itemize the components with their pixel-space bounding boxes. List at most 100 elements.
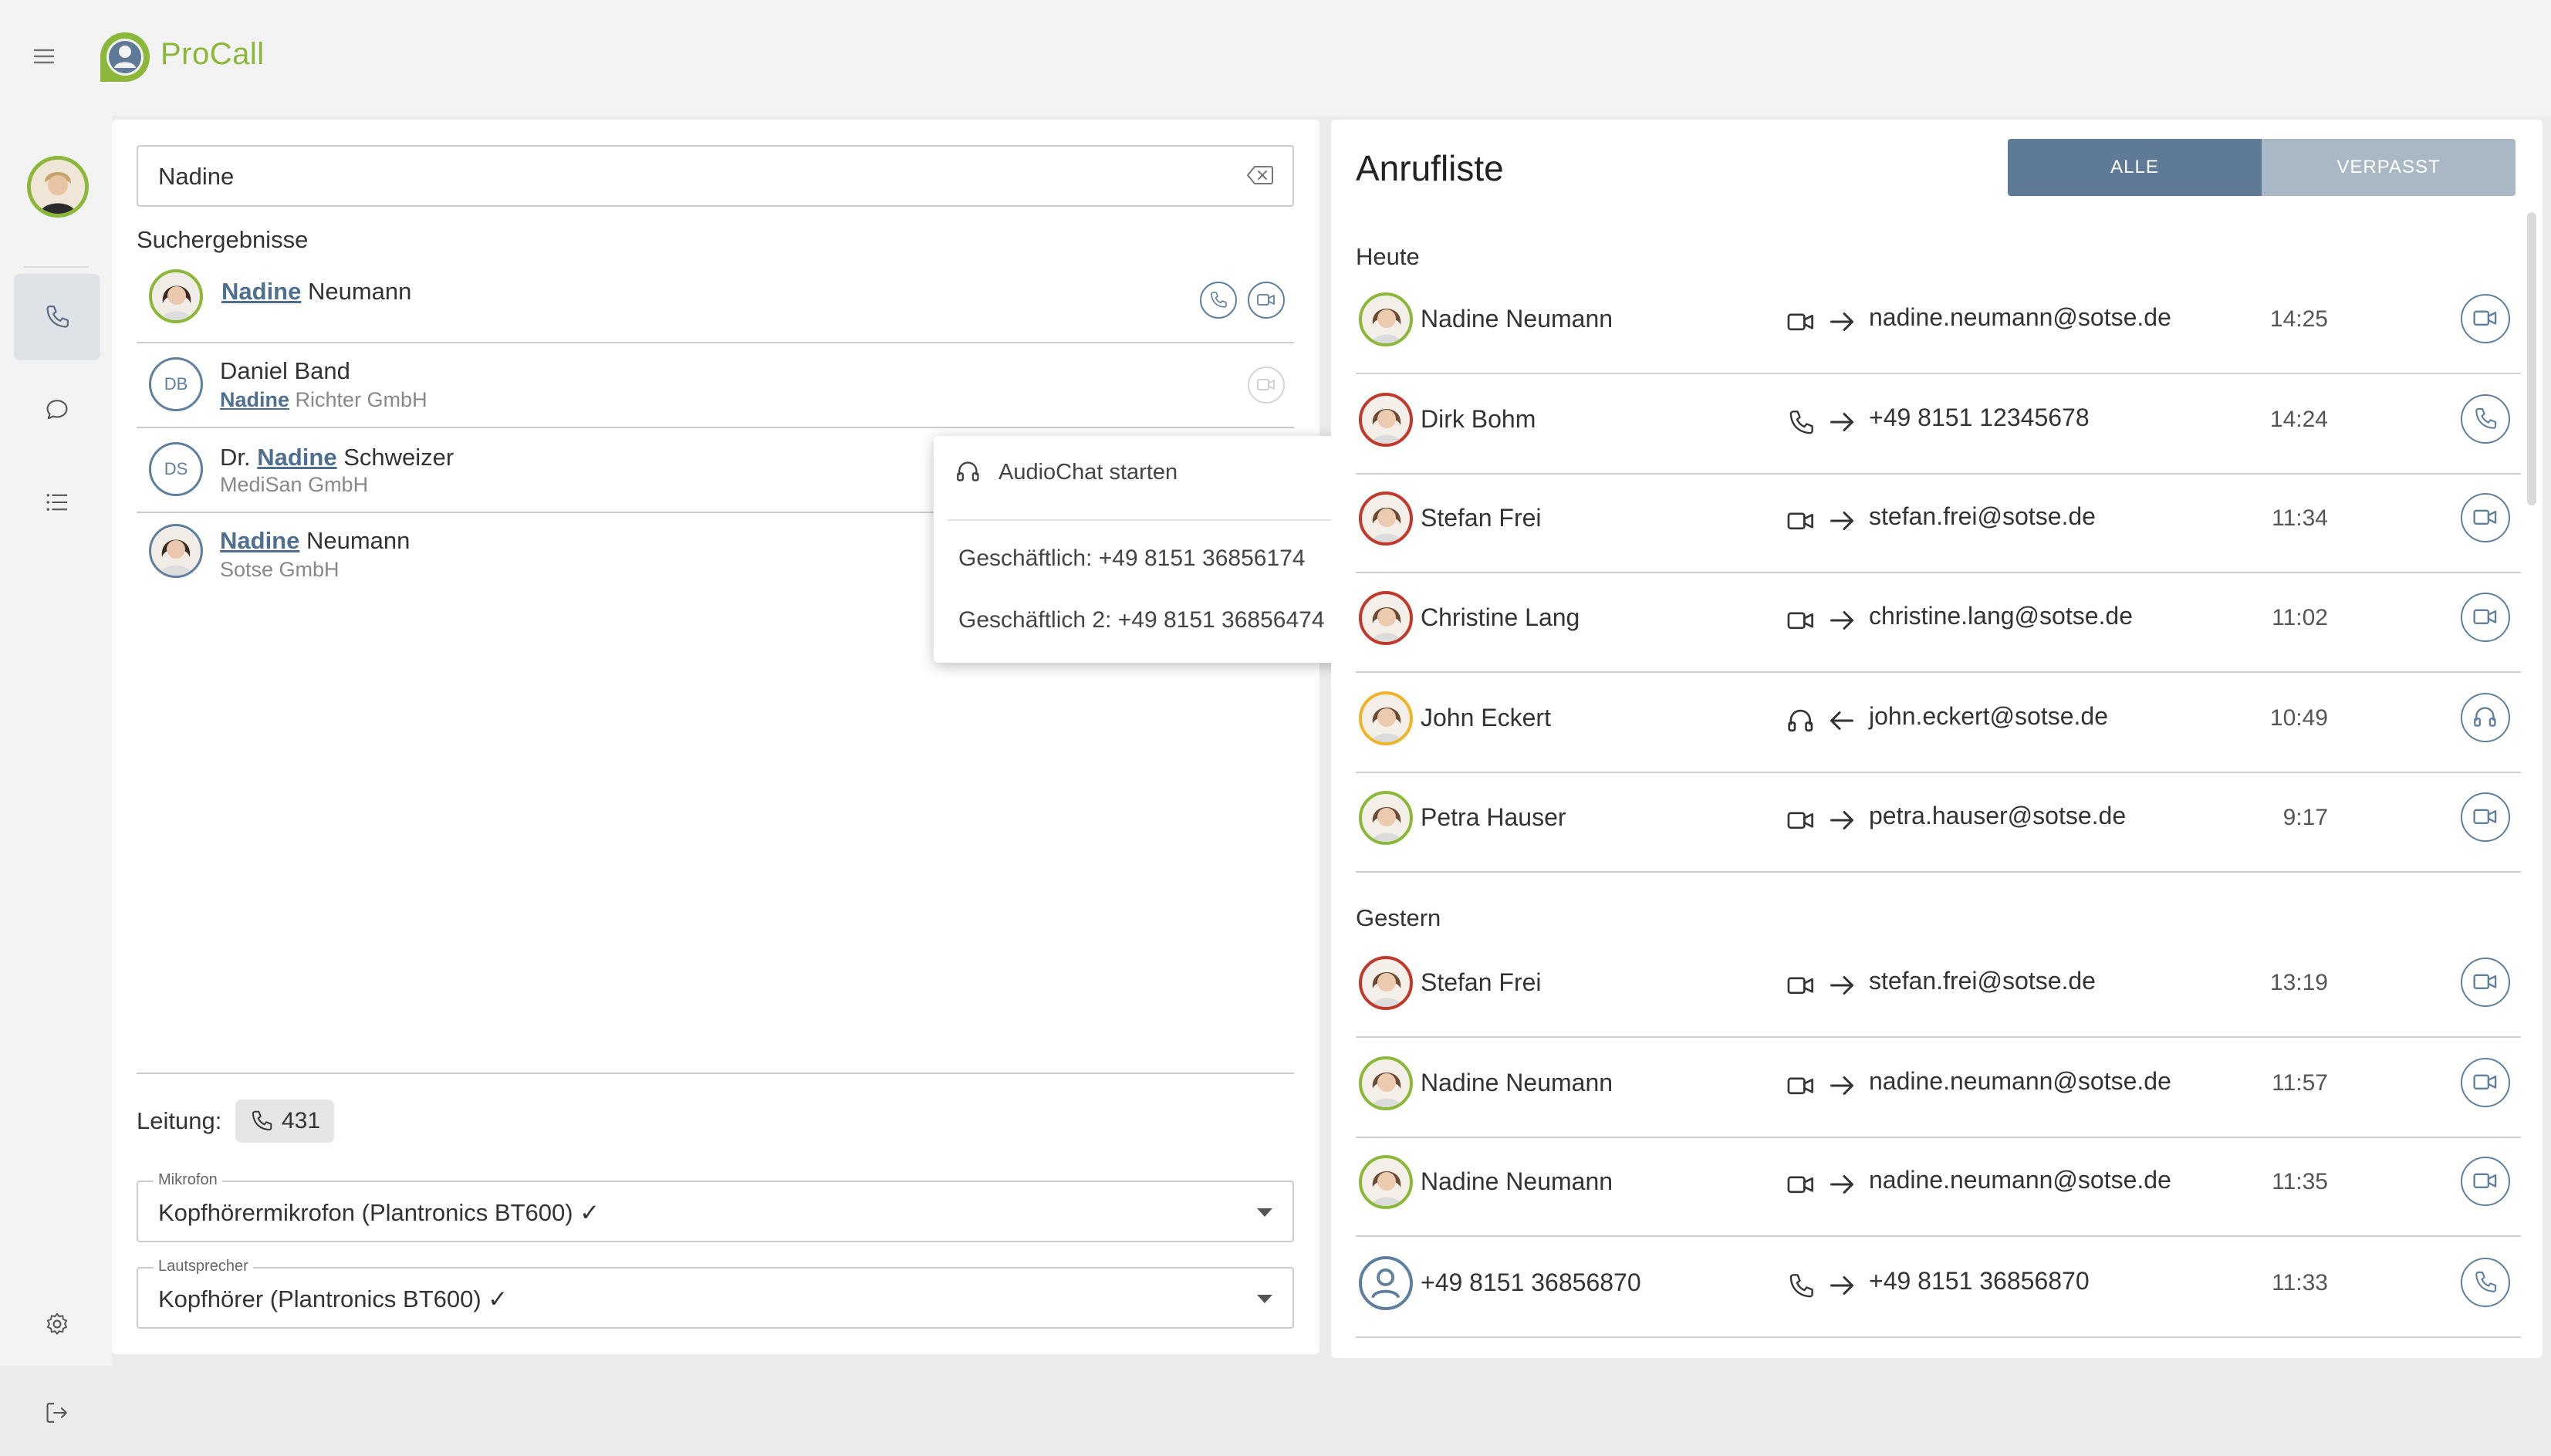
caller-avatar (1359, 956, 1413, 1010)
call-row[interactable]: John Eckert john.eckert@sotse.de 10:49 (1356, 673, 2521, 773)
line-badge[interactable]: 431 (235, 1100, 335, 1143)
call-time: 11:02 (2272, 605, 2328, 630)
video-icon (1257, 294, 1275, 306)
call-row[interactable]: Christine Lang christine.lang@sotse.de 11:… (1356, 573, 2521, 673)
nav-phone-button[interactable] (14, 274, 100, 360)
call-row[interactable]: Nadine Neumann nadine.neumann@sotse.de 14:… (1356, 274, 2521, 374)
gear-icon (46, 1312, 68, 1335)
search-input[interactable] (157, 147, 1225, 207)
caller-name: +49 8151 36856870 (1421, 1269, 1641, 1296)
audiochat-label: AudioChat starten (998, 459, 1178, 485)
arrow-right-icon (1828, 1272, 1856, 1299)
speaker-select[interactable]: Lautsprecher Kopfhörer (Plantronics BT60… (137, 1258, 1294, 1329)
phone-icon (46, 306, 69, 328)
hamburger-menu-icon[interactable] (31, 43, 57, 69)
call-row[interactable]: Stefan Frei stefan.frei@sotse.de 11:34 (1356, 473, 2521, 573)
chat-icon (46, 400, 68, 420)
call-target: petra.hauser@sotse.de (1869, 802, 2127, 829)
call-target: +49 8151 12345678 (1869, 404, 2090, 431)
callback-button[interactable] (2461, 1258, 2510, 1307)
contact-name: Nadine Neumann (220, 527, 411, 554)
business-number-2-item[interactable]: Geschäftlich 2: +49 8151 36856474 (958, 607, 1325, 633)
business-number-item[interactable]: Geschäftlich: +49 8151 36856174 (958, 546, 1306, 572)
procall-logo-icon (99, 31, 151, 83)
video-icon (1786, 308, 1816, 337)
call-time: 13:19 (2269, 970, 2328, 995)
search-result-item[interactable]: DB Daniel Band Nadine Richter GmbH (137, 343, 1294, 428)
call-time: 14:24 (2269, 407, 2328, 432)
call-row[interactable]: Nadine Neumann nadine.neumann@sotse.de 11:… (1356, 1137, 2521, 1237)
call-time: 11:34 (2272, 505, 2328, 531)
callback-button[interactable] (2461, 493, 2510, 542)
call-target: john.eckert@sotse.de (1869, 702, 2108, 730)
callback-button[interactable] (2461, 294, 2510, 343)
arrow-right-icon (1828, 1171, 1856, 1198)
search-result-item[interactable]: Nadine Neumann (137, 258, 1294, 343)
video-icon (2473, 509, 2497, 525)
callback-button[interactable] (2461, 593, 2510, 642)
call-row[interactable]: Stefan Frei stefan.frei@sotse.de 13:19 (1356, 937, 2521, 1038)
call-time: 11:35 (2272, 1169, 2328, 1194)
speaker-value: Kopfhörer (Plantronics BT600) ✓ (158, 1285, 509, 1312)
nav-divider (23, 266, 89, 268)
call-row[interactable]: Dirk Bohm +49 8151 12345678 14:24 (1356, 374, 2521, 475)
arrow-left-icon (1828, 707, 1856, 735)
contact-company: MediSan GmbH (220, 473, 369, 496)
phone-icon (1786, 408, 1816, 437)
video-call-button[interactable] (1248, 367, 1285, 404)
arrow-right-icon (1828, 606, 1856, 634)
callback-button[interactable] (2461, 394, 2510, 444)
caller-avatar (1359, 591, 1413, 645)
scrollbar[interactable] (2527, 212, 2536, 505)
nav-list-button[interactable] (14, 459, 100, 546)
caller-name: Stefan Frei (1421, 504, 1542, 532)
caller-name: Nadine Neumann (1421, 1167, 1613, 1195)
caller-avatar (1359, 393, 1413, 447)
call-row[interactable]: Petra Hauser petra.hauser@sotse.de 9:17 (1356, 772, 2521, 873)
video-call-button[interactable] (1248, 282, 1285, 319)
search-box[interactable] (137, 145, 1294, 207)
logout-icon (46, 1403, 67, 1423)
nav-chat-button[interactable] (14, 367, 100, 453)
contact-avatar (149, 269, 203, 323)
microphone-label: Mikrofon (154, 1171, 222, 1189)
nav-logout-button[interactable] (14, 1370, 100, 1456)
clear-search-icon[interactable] (1246, 164, 1274, 187)
user-avatar[interactable] (27, 156, 89, 218)
caller-name: Dirk Bohm (1421, 405, 1536, 433)
video-icon (2473, 974, 2497, 990)
caller-avatar (1359, 292, 1413, 346)
app-name: ProCall (160, 37, 265, 71)
phone-icon (252, 1110, 272, 1131)
microphone-select[interactable]: Mikrofon Kopfhörermikrofon (Plantronics … (137, 1171, 1294, 1242)
call-target: stefan.frei@sotse.de (1869, 502, 2096, 530)
audiochat-start-item[interactable]: AudioChat starten (955, 459, 1178, 485)
search-results-title: Suchergebnisse (137, 226, 309, 253)
video-icon (2473, 609, 2497, 625)
caller-avatar (1359, 492, 1413, 546)
callback-button[interactable] (2461, 693, 2510, 742)
filter-all-button[interactable]: ALLE (2008, 139, 2262, 196)
call-row[interactable]: +49 8151 36856870 +49 8151 36856870 11:33 (1356, 1238, 2521, 1338)
arrow-right-icon (1828, 507, 1856, 535)
group-yesterday: Gestern (1356, 904, 1441, 931)
caller-name: Nadine Neumann (1421, 305, 1613, 333)
contact-company: Nadine Richter GmbH (220, 388, 427, 411)
filter-missed-button[interactable]: VERPASST (2262, 139, 2516, 196)
caller-avatar (1359, 1155, 1413, 1209)
callback-button[interactable] (2461, 1058, 2510, 1107)
call-row[interactable]: Nadine Neumann nadine.neumann@sotse.de 11:… (1356, 1038, 2521, 1138)
video-icon (1786, 507, 1816, 536)
call-button[interactable] (1200, 282, 1237, 319)
callback-button[interactable] (2461, 1157, 2510, 1206)
nav-settings-button[interactable] (14, 1281, 100, 1367)
video-icon (1786, 1171, 1816, 1200)
contact-name: Dr. Nadine Schweizer (220, 444, 454, 471)
search-panel: Suchergebnisse Nadine Neumann DB Daniel … (112, 120, 1346, 1354)
caller-avatar (1359, 691, 1413, 745)
line-number: 431 (282, 1108, 321, 1133)
top-bar: ProCall (0, 0, 2551, 116)
arrow-right-icon (1828, 806, 1856, 834)
callback-button[interactable] (2461, 958, 2510, 1007)
callback-button[interactable] (2461, 792, 2510, 842)
